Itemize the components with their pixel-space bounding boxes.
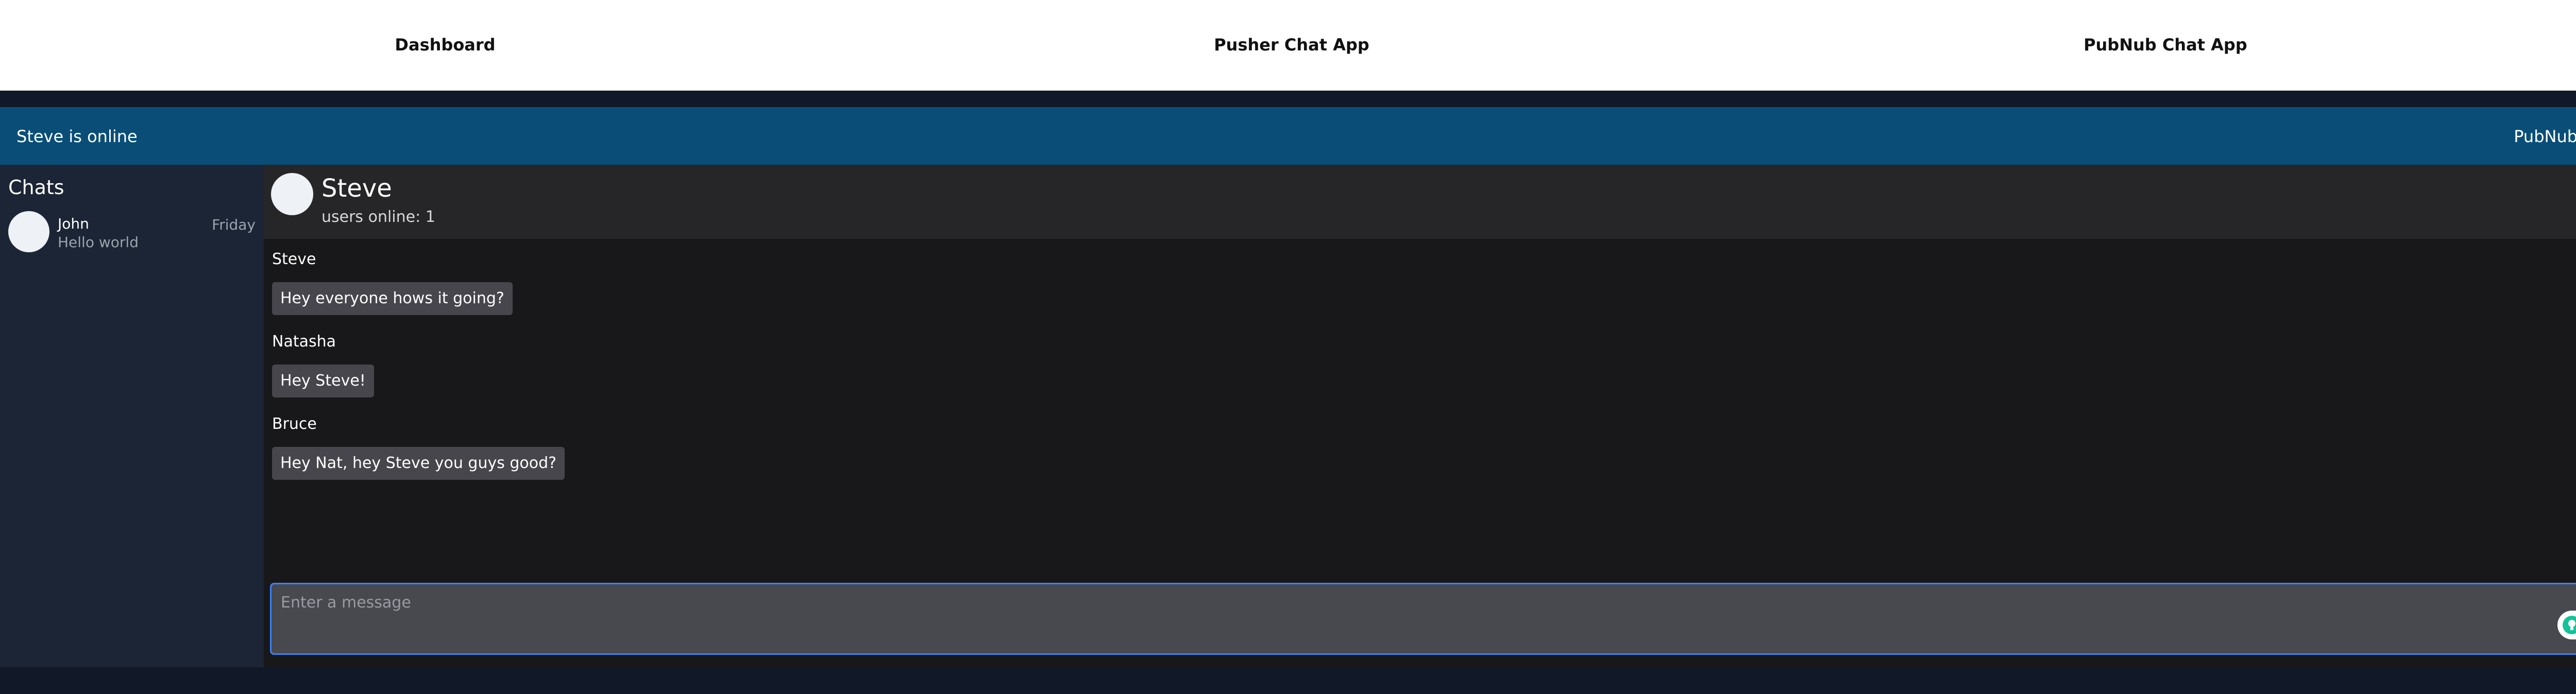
lightbulb-icon[interactable] <box>2563 616 2576 634</box>
chat-header: Steve users online: 1 <box>264 165 2576 239</box>
avatar <box>8 211 49 252</box>
top-navigation: Dashboard Pusher Chat App PubNub Chat Ap… <box>0 0 2576 91</box>
message-bubble: Hey Steve! <box>272 365 374 397</box>
message-sender: Bruce <box>272 415 317 433</box>
footer-band <box>0 667 2576 694</box>
message-input[interactable] <box>270 583 2576 655</box>
chat-status-bar: Steve is online PubNub Chat <box>0 107 2576 165</box>
nav-divider-band <box>0 91 2576 107</box>
chat-title: Steve <box>321 174 392 203</box>
message-list[interactable]: Steve Hey everyone hows it going? Natash… <box>264 239 2576 568</box>
presence-status: Steve is online <box>16 127 138 146</box>
nav-link-dashboard[interactable]: Dashboard <box>395 35 495 55</box>
nav-link-pubnub-chat-app[interactable]: PubNub Chat App <box>2083 35 2247 55</box>
conversation-item-john[interactable]: John Hello world Friday <box>0 207 264 254</box>
sidebar-heading: Chats <box>8 176 64 199</box>
conversation-name: John <box>58 215 89 232</box>
conversation-sidebar: Chats John Hello world Friday <box>0 165 264 667</box>
conversation-date: Friday <box>212 216 256 233</box>
message-bubble: Hey Nat, hey Steve you guys good? <box>272 447 565 480</box>
conversation-preview: Hello world <box>58 234 139 251</box>
message-sender: Steve <box>272 250 316 268</box>
message-composer <box>264 568 2576 667</box>
avatar <box>271 173 313 215</box>
message-sender: Natasha <box>272 333 336 351</box>
app-name: PubNub Chat <box>2514 127 2576 146</box>
nav-link-pusher-chat-app[interactable]: Pusher Chat App <box>1214 35 1369 55</box>
users-online-count: users online: 1 <box>321 208 435 226</box>
message-bubble: Hey everyone hows it going? <box>272 282 513 315</box>
